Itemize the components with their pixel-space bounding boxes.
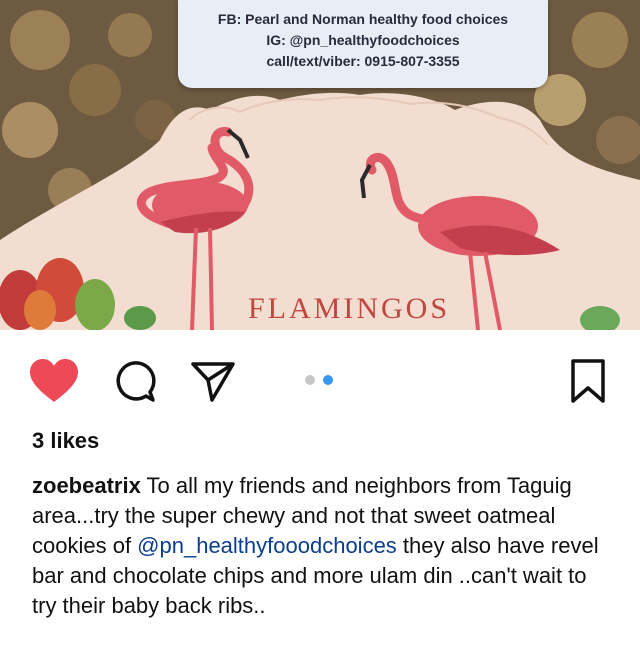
caption-username[interactable]: zoebeatrix	[32, 473, 141, 498]
bookmark-icon[interactable]	[570, 358, 606, 404]
caption-mention-link[interactable]: @pn_healthyfooodchoices	[137, 533, 397, 558]
post-caption: zoebeatrix To all my friends and neighbo…	[32, 471, 612, 621]
contact-sticker: FB: Pearl and Norman healthy food choice…	[178, 0, 548, 88]
comment-icon[interactable]	[112, 360, 156, 404]
heart-filled-icon[interactable]	[28, 358, 80, 404]
post-image[interactable]: FB: Pearl and Norman healthy food choice…	[0, 0, 640, 330]
box-brand-text: FLAMINGOS	[248, 292, 451, 325]
carousel-dots	[305, 375, 333, 385]
action-bar	[0, 330, 640, 418]
sticker-line: FB: Pearl and Norman healthy food choice…	[217, 11, 509, 27]
sticker-line: call/text/viber: 0915-807-3355	[266, 53, 460, 69]
likes-count[interactable]: 3 likes	[32, 428, 99, 454]
send-icon[interactable]	[190, 360, 236, 404]
sticker-line: IG: @pn_healthyfoodchoices	[266, 32, 460, 48]
